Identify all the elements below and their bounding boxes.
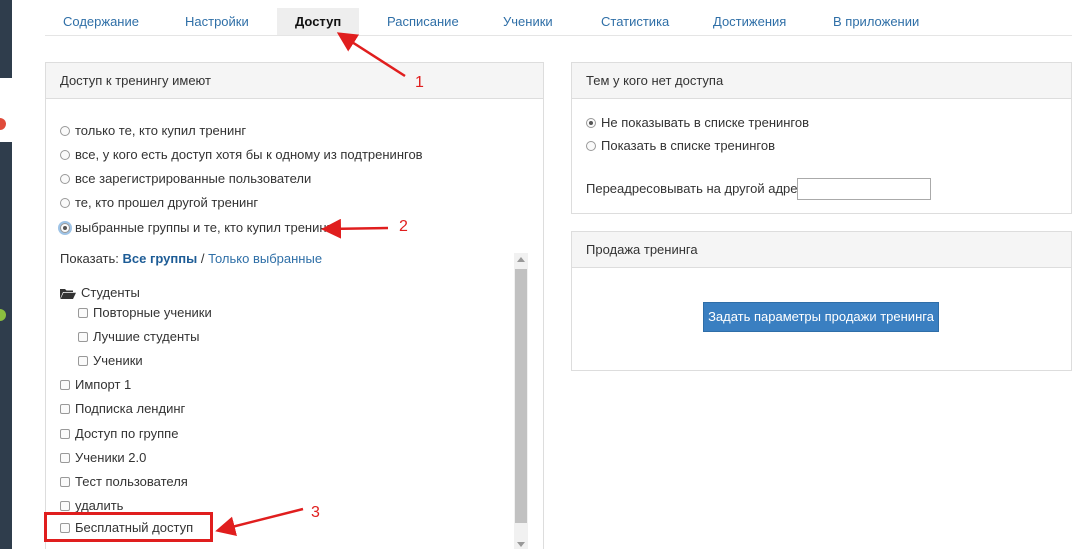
access-option-purchased[interactable]: только те, кто купил тренинг — [60, 122, 246, 140]
checkbox[interactable] — [60, 404, 70, 414]
scroll-down-arrow-icon[interactable] — [517, 542, 525, 547]
tab-statistics[interactable]: Статистика — [601, 8, 669, 35]
option-label: выбранные группы и те, кто купил тренинг — [75, 220, 332, 235]
tab-schedule[interactable]: Расписание — [387, 8, 459, 35]
group-item[interactable]: Ученики 2.0 — [60, 449, 146, 467]
group-label: Импорт 1 — [75, 377, 132, 392]
radio-button[interactable] — [60, 198, 70, 208]
tab-in-app[interactable]: В приложении — [833, 8, 919, 35]
access-panel-title: Доступ к тренингу имеют — [46, 63, 543, 99]
group-label: Доступ по группе — [75, 426, 179, 441]
annotation-number-3: 3 — [311, 504, 320, 521]
radio-button-checked[interactable] — [60, 223, 70, 233]
access-option-other-training[interactable]: те, кто прошел другой тренинг — [60, 194, 258, 212]
annotation-number-2: 2 — [399, 218, 408, 235]
access-option-subtrainings[interactable]: все, у кого есть доступ хотя бы к одному… — [60, 146, 423, 164]
no-access-option-show[interactable]: Показать в списке тренингов — [586, 137, 775, 155]
option-label: Показать в списке тренингов — [601, 138, 775, 153]
annotation-highlight-box — [44, 512, 213, 542]
checkbox[interactable] — [60, 380, 70, 390]
folder-label: Студенты — [81, 285, 140, 300]
radio-button[interactable] — [586, 141, 596, 151]
no-access-panel: Тем у кого нет доступа Не показывать в с… — [571, 62, 1072, 214]
group-filter: Показать: Все группы / Только выбранные — [60, 251, 322, 266]
sidebar-highlight — [0, 78, 12, 142]
checkbox[interactable] — [78, 356, 88, 366]
filter-all-groups-link[interactable]: Все группы — [123, 251, 198, 266]
group-label: Повторные ученики — [93, 305, 212, 320]
radio-button-checked[interactable] — [586, 118, 596, 128]
tab-settings[interactable]: Настройки — [185, 8, 249, 35]
group-item[interactable]: Лучшие студенты — [78, 328, 199, 346]
group-filter-label: Показать: — [60, 251, 119, 266]
group-label: Подписка лендинг — [75, 401, 186, 416]
checkbox[interactable] — [60, 501, 70, 511]
folder-open-icon — [60, 288, 76, 299]
checkbox[interactable] — [78, 332, 88, 342]
filter-separator: / — [200, 251, 205, 266]
group-folder-students[interactable]: Студенты — [60, 284, 140, 302]
scroll-up-arrow-icon[interactable] — [517, 257, 525, 262]
radio-button[interactable] — [60, 174, 70, 184]
checkbox[interactable] — [60, 429, 70, 439]
sale-settings-button[interactable]: Задать параметры продажи тренинга — [703, 302, 939, 332]
status-dot — [0, 309, 6, 321]
group-label: Лучшие студенты — [93, 329, 200, 344]
group-item[interactable]: Тест пользователя — [60, 473, 188, 491]
option-label: только те, кто купил тренинг — [75, 123, 247, 138]
no-access-panel-title: Тем у кого нет доступа — [572, 63, 1071, 99]
group-item[interactable]: Доступ по группе — [60, 425, 178, 443]
tab-students[interactable]: Ученики — [503, 8, 553, 35]
sale-panel: Продажа тренинга Задать параметры продаж… — [571, 231, 1072, 371]
access-option-registered[interactable]: все зарегистрированные пользователи — [60, 170, 311, 188]
access-option-selected-groups[interactable]: выбранные группы и те, кто купил тренинг — [60, 219, 331, 237]
option-label: все, у кого есть доступ хотя бы к одному… — [75, 147, 423, 162]
tab-content[interactable]: Содержание — [63, 8, 139, 35]
sale-panel-title: Продажа тренинга — [572, 232, 1071, 268]
group-label: Тест пользователя — [75, 474, 188, 489]
option-label: те, кто прошел другой тренинг — [75, 195, 259, 210]
group-item[interactable]: Повторные ученики — [78, 304, 212, 322]
radio-button[interactable] — [60, 150, 70, 160]
option-label: все зарегистрированные пользователи — [75, 171, 312, 186]
group-list-scrollbar[interactable] — [514, 253, 528, 549]
redirect-label: Переадресовывать на другой адрес — [586, 181, 805, 196]
group-label: Ученики 2.0 — [75, 450, 147, 465]
access-panel: Доступ к тренингу имеют только те, кто к… — [45, 62, 544, 549]
option-label: Не показывать в списке тренингов — [601, 115, 810, 130]
no-access-option-hide[interactable]: Не показывать в списке тренингов — [586, 114, 809, 132]
filter-selected-only-link[interactable]: Только выбранные — [208, 251, 322, 266]
group-item[interactable]: Импорт 1 — [60, 376, 131, 394]
group-item[interactable]: Ученики — [78, 352, 143, 370]
group-label: Ученики — [93, 353, 143, 368]
tab-access[interactable]: Доступ — [277, 8, 360, 35]
app-sidebar-edge — [0, 0, 12, 549]
tab-bar: Содержание Настройки Доступ Расписание У… — [45, 8, 1072, 36]
annotation-number-1: 1 — [415, 74, 424, 91]
checkbox[interactable] — [78, 308, 88, 318]
checkbox[interactable] — [60, 477, 70, 487]
group-item[interactable]: Подписка лендинг — [60, 400, 185, 418]
scrollbar-thumb[interactable] — [515, 269, 527, 523]
radio-button[interactable] — [60, 126, 70, 136]
tab-achievements[interactable]: Достижения — [713, 8, 786, 35]
redirect-input[interactable] — [797, 178, 931, 200]
checkbox[interactable] — [60, 453, 70, 463]
